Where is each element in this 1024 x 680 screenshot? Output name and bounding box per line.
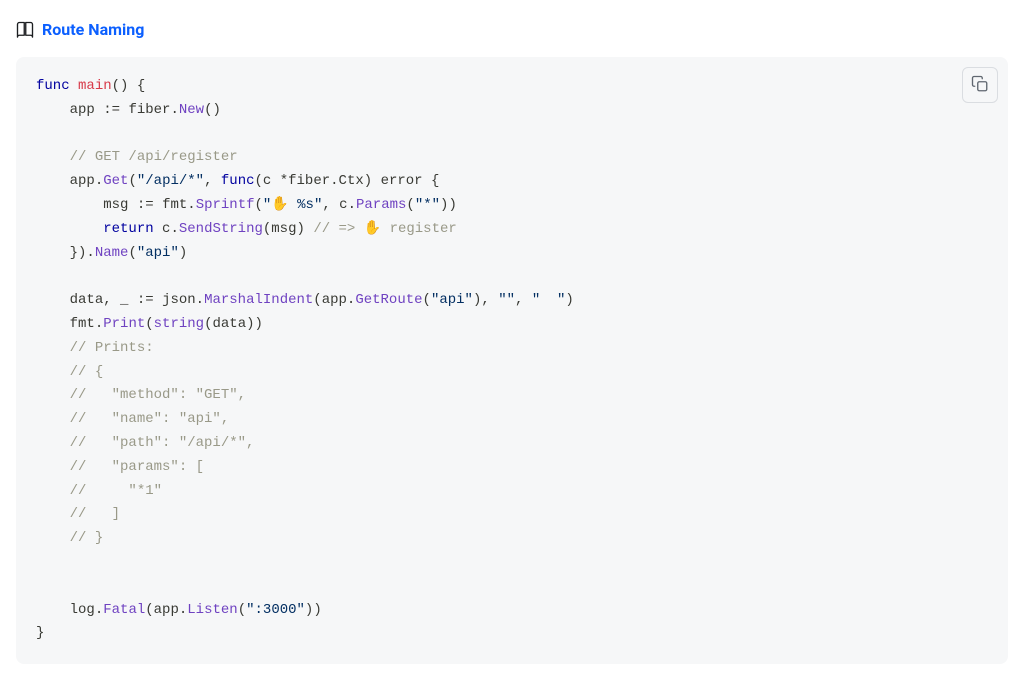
code-content: func main() { app := fiber.New() // GET … bbox=[36, 75, 988, 646]
copy-button[interactable] bbox=[962, 67, 998, 103]
heading-link[interactable]: Route Naming bbox=[42, 20, 144, 39]
heading-row: Route Naming bbox=[16, 20, 1008, 39]
copy-icon bbox=[971, 75, 989, 96]
book-icon bbox=[16, 21, 34, 39]
code-block: func main() { app := fiber.New() // GET … bbox=[16, 57, 1008, 664]
